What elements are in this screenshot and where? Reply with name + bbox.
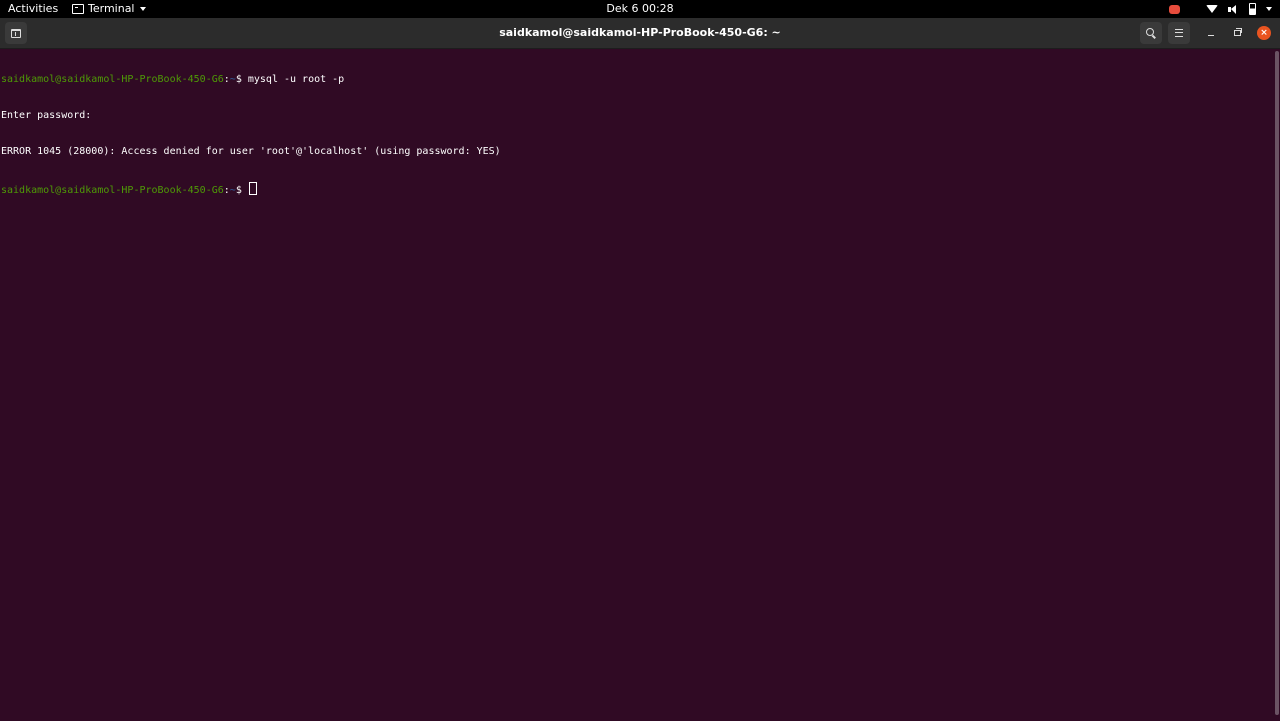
restore-icon xyxy=(1233,28,1242,36)
prompt-user-host: saidkamol@saidkamol-HP-ProBook-450-G6 xyxy=(1,74,224,85)
terminal-header-bar: saidkamol@saidkamol-HP-ProBook-450-G6: ~… xyxy=(0,18,1280,49)
volume-icon[interactable] xyxy=(1228,4,1239,14)
clock-button[interactable]: Dek 6 00:28 xyxy=(606,2,673,15)
app-menu-label: Terminal xyxy=(88,2,135,15)
terminal-output[interactable]: saidkamol@saidkamol-HP-ProBook-450-G6:~$… xyxy=(0,49,1274,721)
battery-icon[interactable] xyxy=(1249,3,1256,15)
command-text: mysql -u root -p xyxy=(247,74,345,85)
prompt-symbol: $ xyxy=(235,74,248,85)
restore-button[interactable] xyxy=(1226,22,1248,44)
search-button[interactable] xyxy=(1140,22,1162,44)
terminal-cursor[interactable] xyxy=(248,182,257,195)
gnome-top-bar: Activities Terminal Dek 6 00:28 xyxy=(0,0,1280,18)
clock-area: Dek 6 00:28 xyxy=(0,2,1280,15)
prompt-user-host: saidkamol@saidkamol-HP-ProBook-450-G6 xyxy=(1,185,224,196)
wifi-icon[interactable] xyxy=(1206,5,1218,13)
system-menu-caret-icon[interactable] xyxy=(1266,7,1272,11)
minimize-icon xyxy=(1208,34,1214,36)
terminal-line-output: Enter password: xyxy=(1,110,92,121)
new-tab-button[interactable] xyxy=(5,22,27,44)
search-icon xyxy=(1146,28,1154,36)
window-title: saidkamol@saidkamol-HP-ProBook-450-G6: ~ xyxy=(499,26,781,39)
menu-button[interactable] xyxy=(1168,22,1190,44)
new-tab-icon xyxy=(11,28,21,38)
screen-record-icon[interactable] xyxy=(1169,4,1180,14)
close-icon: × xyxy=(1257,26,1271,40)
terminal-line-prompt: saidkamol@saidkamol-HP-ProBook-450-G6:~$ xyxy=(0,182,1274,196)
terminal-line-error: ERROR 1045 (28000): Access denied for us… xyxy=(1,146,501,157)
close-button[interactable]: × xyxy=(1253,22,1275,44)
minimize-button[interactable] xyxy=(1200,22,1222,44)
activities-button[interactable]: Activities xyxy=(8,2,58,15)
terminal-line-command: saidkamol@saidkamol-HP-ProBook-450-G6:~$… xyxy=(0,74,1274,86)
hamburger-menu-icon xyxy=(1175,29,1183,37)
terminal-app-icon xyxy=(72,3,84,14)
scrollbar-thumb[interactable] xyxy=(1275,51,1279,715)
terminal-scrollbar[interactable] xyxy=(1274,49,1280,720)
system-tray[interactable] xyxy=(1169,0,1272,18)
app-menu-terminal[interactable]: Terminal xyxy=(72,2,146,15)
chevron-down-icon xyxy=(139,6,146,11)
prompt-symbol: $ xyxy=(235,185,248,196)
